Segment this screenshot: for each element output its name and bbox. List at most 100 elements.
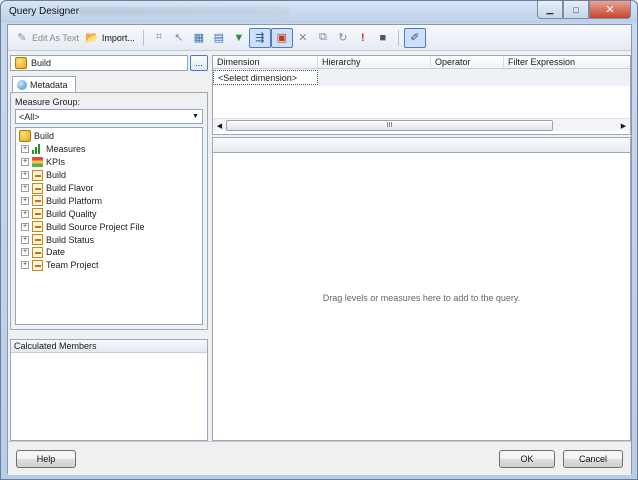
expand-icon[interactable]: + — [21, 171, 29, 180]
tree-item-build-quality[interactable]: + Build Quality — [16, 207, 202, 220]
refresh-icon: ↻ — [338, 32, 348, 44]
edit-as-text-button[interactable]: ✎ Edit As Text — [12, 28, 82, 48]
tree-item-build-status[interactable]: + Build Status — [16, 233, 202, 246]
add-calculated-member-button[interactable]: ▦ — [189, 28, 209, 48]
design-mode-button[interactable]: ✐ — [403, 27, 426, 48]
calculated-members-header: Calculated Members — [11, 340, 207, 353]
expand-icon[interactable]: + — [21, 261, 29, 270]
dimension-icon — [32, 169, 43, 181]
tree-item-team-project[interactable]: + Team Project — [16, 259, 202, 272]
tree-item-date[interactable]: + Date — [16, 246, 202, 259]
execute-button[interactable]: ! — [353, 28, 373, 48]
stop-button[interactable]: ■ — [373, 28, 393, 48]
expand-icon[interactable]: + — [21, 235, 29, 244]
tree-item-kpis[interactable]: + KPIs — [16, 156, 202, 169]
scroll-right-icon[interactable]: ▶ — [618, 120, 629, 131]
tree-item-label: Build Source Project File — [46, 221, 145, 232]
expand-icon[interactable]: + — [21, 209, 29, 218]
column-header-dimension[interactable]: Dimension — [213, 56, 318, 68]
metadata-icon — [17, 80, 27, 90]
dimension-icon — [32, 234, 43, 246]
tree-item-build-source-project-file[interactable]: + Build Source Project File — [16, 220, 202, 233]
edit-as-text-label: Edit As Text — [32, 32, 79, 43]
tree-item-label: Build — [46, 170, 67, 181]
tree-item-build-flavor[interactable]: + Build Flavor — [16, 182, 202, 195]
filter-button[interactable]: ▼ — [229, 28, 249, 48]
show-aggregate-button[interactable]: ⇶ — [248, 27, 271, 48]
show-empty-cells-button[interactable]: ▤ — [209, 28, 229, 48]
tree-item-measures[interactable]: + Measures — [16, 143, 202, 156]
title-bar[interactable]: Query Designer ▁ □ ✕ — [1, 1, 637, 23]
refresh-button[interactable]: ↻ — [333, 28, 353, 48]
tree-root-label: Build — [34, 131, 55, 142]
dimension-icon — [32, 221, 43, 233]
copy-button[interactable]: ⧉ — [313, 28, 333, 48]
expand-icon[interactable]: + — [21, 145, 29, 154]
tree-item-label: Team Project — [46, 260, 99, 271]
close-button[interactable]: ✕ — [589, 1, 631, 19]
scroll-thumb[interactable]: III — [226, 120, 553, 131]
dialog-button-bar: Help OK Cancel — [8, 441, 631, 475]
column-header-filter-expression[interactable]: Filter Expression — [504, 56, 630, 68]
expand-icon[interactable]: + — [21, 184, 29, 192]
tree-item-build-platform[interactable]: + Build Platform — [16, 194, 202, 207]
cube-selector[interactable]: Build — [10, 55, 188, 71]
tree-item-label: Date — [46, 247, 66, 258]
metadata-pane: Build ... Metadata Measure Group: <All> … — [10, 55, 210, 441]
metadata-tree[interactable]: Build + Measures + KPIs + Build + Build … — [15, 127, 203, 325]
dimension-icon — [32, 195, 43, 207]
cube-name: Build — [31, 58, 52, 68]
horizontal-scrollbar[interactable]: ◀ III ▶ — [213, 118, 630, 131]
measure-group-select[interactable]: <All> ▼ — [15, 109, 203, 124]
design-mode-icon: ✐ — [410, 32, 420, 44]
maximize-button[interactable]: □ — [563, 1, 589, 19]
scroll-left-icon[interactable]: ◀ — [214, 120, 225, 131]
maximize-icon: □ — [573, 4, 579, 15]
dimension-icon — [32, 208, 43, 220]
calculated-members-panel[interactable]: Calculated Members — [10, 339, 208, 441]
browse-cube-button[interactable]: ... — [190, 55, 208, 71]
minimize-button[interactable]: ▁ — [537, 1, 563, 19]
close-icon: ✕ — [605, 4, 615, 16]
pointer-button[interactable]: ↖ — [169, 28, 189, 48]
select-button[interactable]: ⌗ — [149, 28, 169, 48]
column-header-hierarchy[interactable]: Hierarchy — [318, 56, 431, 68]
cancel-button[interactable]: Cancel — [563, 450, 623, 468]
copy-icon: ⧉ — [318, 31, 327, 43]
expand-icon[interactable]: + — [21, 196, 29, 205]
folder-open-icon: 📂 — [85, 32, 99, 44]
cube-icon — [19, 130, 31, 143]
delete-button[interactable]: ✕ — [293, 28, 313, 48]
expand-icon[interactable]: + — [21, 248, 29, 257]
pointer-icon: ↖ — [174, 32, 184, 44]
filter-grid: Dimension Hierarchy Operator Filter Expr… — [212, 55, 631, 135]
expand-icon[interactable]: + — [21, 222, 29, 231]
import-button[interactable]: 📂 Import... — [82, 28, 138, 48]
tree-item-build[interactable]: + Build — [16, 169, 202, 182]
tab-metadata[interactable]: Metadata — [12, 76, 76, 93]
column-header-operator[interactable]: Operator — [431, 56, 504, 68]
help-button[interactable]: Help — [16, 450, 76, 468]
stop-icon: ■ — [379, 31, 387, 44]
dimension-icon — [32, 246, 43, 258]
toolbar-separator — [142, 29, 144, 46]
ok-button[interactable]: OK — [499, 450, 555, 468]
exclamation-icon: ! — [361, 31, 365, 44]
toolbar-separator — [397, 29, 399, 46]
auto-execute-button[interactable]: ▣ — [270, 27, 293, 48]
tree-item-label: Measures — [46, 144, 86, 155]
tree-root[interactable]: Build — [16, 130, 202, 143]
table-icon: ▤ — [213, 32, 225, 44]
measures-icon — [32, 144, 43, 155]
chevron-down-icon: ▼ — [192, 113, 199, 120]
tree-item-label: KPIs — [46, 157, 66, 168]
data-drop-area[interactable]: Drag levels or measures here to add to t… — [212, 153, 631, 441]
select-dimension-cell[interactable]: <Select dimension> — [213, 70, 318, 85]
import-label: Import... — [101, 32, 135, 43]
dialog-client: ✎ Edit As Text 📂 Import... ⌗ ↖ ▦ ▤ ▼ ⇶ ▣… — [7, 24, 632, 475]
measure-group-label: Measure Group: — [15, 97, 81, 107]
edit-text-icon: ✎ — [17, 32, 27, 44]
window-controls: ▁ □ ✕ — [537, 1, 631, 19]
aggregate-icon: ⇶ — [255, 32, 265, 44]
expand-icon[interactable]: + — [21, 158, 29, 167]
